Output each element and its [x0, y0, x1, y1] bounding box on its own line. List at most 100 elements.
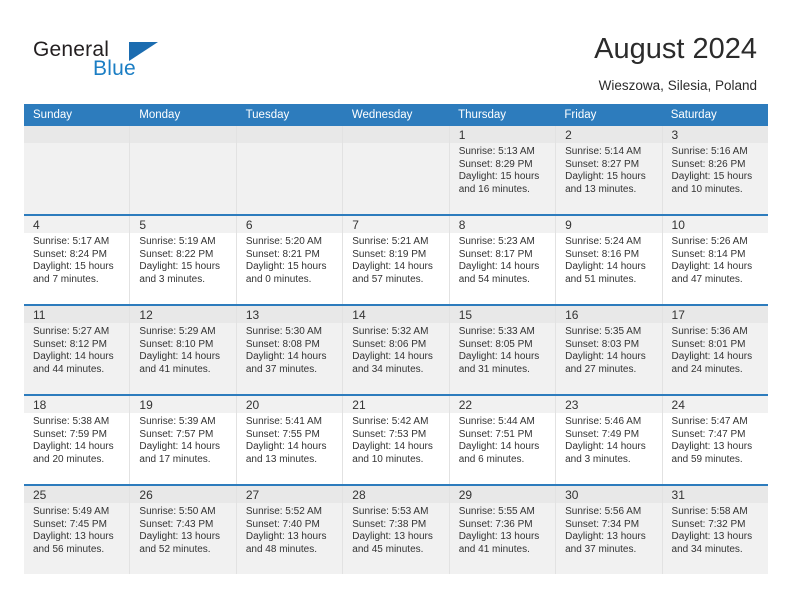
calendar-day-cell[interactable]: 12 Sunrise: 5:29 AM Sunset: 8:10 PM Dayligh… — [130, 306, 237, 394]
daylight-text: and 54 minutes. — [458, 274, 530, 286]
day-number-band: 13 — [236, 306, 343, 323]
calendar-day-cell[interactable]: 14 Sunrise: 5:32 AM Sunset: 8:06 PM Dayligh… — [343, 306, 450, 394]
sunrise-text: Sunrise: 5:21 AM — [352, 236, 429, 247]
day-of-week-header: Wednesday — [351, 109, 413, 121]
sunset-text: Sunset: 8:05 PM — [458, 338, 533, 350]
day-number: 2 — [565, 128, 572, 142]
daylight-text: and 13 minutes. — [245, 454, 318, 466]
calendar-day-cell[interactable]: 2 Sunrise: 5:14 AM Sunset: 8:27 PM Daylight… — [556, 126, 663, 214]
calendar-day-cell[interactable]: 18 Sunrise: 5:38 AM Sunset: 7:59 PM Dayligh… — [24, 396, 131, 484]
day-number-band: 16 — [556, 306, 662, 323]
calendar-day-cell[interactable]: 15 Sunrise: 5:33 AM Sunset: 8:05 PM Dayligh… — [449, 306, 557, 394]
sun-times: Sunrise: 5:24 AM Sunset: 8:16 PM Daylight:… — [556, 233, 661, 287]
day-number: 23 — [565, 398, 579, 412]
day-number: 14 — [352, 308, 366, 322]
daylight-text: Daylight: 15 hours — [33, 261, 114, 273]
calendar-day-cell[interactable]: 30 Sunrise: 5:56 AM Sunset: 7:34 PM Dayligh… — [556, 486, 663, 574]
daylight-text: Daylight: 13 hours — [245, 531, 327, 543]
sunset-text: Sunset: 8:22 PM — [139, 248, 214, 260]
calendar-day-cell[interactable]: 29 Sunrise: 5:55 AM Sunset: 7:36 PM Dayligh… — [449, 486, 557, 574]
calendar-day-cell[interactable]: 4 Sunrise: 5:17 AM Sunset: 8:24 PM Daylight… — [24, 216, 131, 304]
calendar-day-cell[interactable]: 17 Sunrise: 5:36 AM Sunset: 8:01 PM Dayligh… — [662, 306, 768, 394]
daylight-text: and 59 minutes. — [671, 454, 743, 466]
daylight-text: and 20 minutes. — [33, 454, 105, 466]
sun-times: Sunrise: 5:21 AM Sunset: 8:19 PM Daylight:… — [343, 233, 448, 287]
sunrise-text: Sunrise: 5:56 AM — [565, 506, 642, 517]
page-header: General Blue August 2024 Wieszowa, Siles… — [0, 0, 792, 104]
daylight-text: Daylight: 15 hours — [139, 261, 221, 273]
daylight-text: Daylight: 14 hours — [458, 261, 540, 273]
sunrise-text: Sunrise: 5:41 AM — [245, 416, 322, 427]
daylight-text: Daylight: 13 hours — [139, 531, 221, 543]
calendar-day-cell[interactable]: 24 Sunrise: 5:47 AM Sunset: 7:47 PM Dayligh… — [662, 396, 768, 484]
daylight-text: Daylight: 13 hours — [671, 441, 753, 453]
calendar-day-cell[interactable]: 28 Sunrise: 5:53 AM Sunset: 7:38 PM Dayligh… — [343, 486, 450, 574]
day-number: 1 — [458, 128, 466, 142]
calendar-day-cell[interactable]: 22 Sunrise: 5:44 AM Sunset: 7:51 PM Dayligh… — [449, 396, 557, 484]
calendar-day-cell[interactable]: 19 Sunrise: 5:39 AM Sunset: 7:57 PM Dayligh… — [130, 396, 237, 484]
day-of-week-header: Tuesday — [245, 109, 290, 121]
calendar-day-cell[interactable]: 6 Sunrise: 5:20 AM Sunset: 8:21 PM Daylight… — [236, 216, 344, 304]
calendar-day-cell[interactable]: 8 Sunrise: 5:23 AM Sunset: 8:17 PM Daylight… — [449, 216, 557, 304]
calendar-day-cell[interactable]: 20 Sunrise: 5:41 AM Sunset: 7:55 PM Dayligh… — [236, 396, 344, 484]
sunset-text: Sunset: 8:12 PM — [33, 338, 107, 350]
sunset-text: Sunset: 8:14 PM — [671, 248, 746, 260]
sunrise-text: Sunrise: 5:44 AM — [458, 416, 535, 427]
sunset-text: Sunset: 8:19 PM — [352, 248, 427, 260]
sunrise-text: Sunrise: 5:20 AM — [245, 236, 322, 247]
day-number: 29 — [458, 488, 473, 502]
calendar-day-cell[interactable]: 31 Sunrise: 5:58 AM Sunset: 7:32 PM Dayligh… — [662, 486, 768, 574]
day-number: 12 — [139, 308, 153, 322]
day-number-band: 22 — [449, 396, 556, 413]
calendar-day-cell[interactable]: 21 Sunrise: 5:42 AM Sunset: 7:53 PM Dayligh… — [343, 396, 450, 484]
day-number: 31 — [671, 488, 685, 502]
day-number-band: 19 — [130, 396, 236, 413]
sunrise-text: Sunrise: 5:39 AM — [139, 416, 216, 427]
calendar-day-cell[interactable]: 1 Sunrise: 5:13 AM Sunset: 8:29 PM Daylight… — [449, 126, 557, 214]
sunrise-text: Sunrise: 5:47 AM — [671, 416, 748, 427]
calendar-day-cell[interactable]: 10 Sunrise: 5:26 AM Sunset: 8:14 PM Dayligh… — [662, 216, 768, 304]
calendar-day-cell[interactable]: 3 Sunrise: 5:16 AM Sunset: 8:26 PM Daylight… — [662, 126, 768, 214]
calendar-day-cell[interactable]: 5 Sunrise: 5:19 AM Sunset: 8:22 PM Daylight… — [130, 216, 237, 304]
sun-times — [24, 143, 129, 146]
sun-times — [343, 143, 448, 146]
sunrise-text: Sunrise: 5:58 AM — [671, 506, 748, 517]
calendar-day-cell[interactable]: 26 Sunrise: 5:50 AM Sunset: 7:43 PM Dayligh… — [130, 486, 237, 574]
sun-times: Sunrise: 5:42 AM Sunset: 7:53 PM Daylight:… — [343, 413, 448, 467]
calendar-day-cell[interactable]: 16 Sunrise: 5:35 AM Sunset: 8:03 PM Dayligh… — [556, 306, 663, 394]
sunrise-text: Sunrise: 5:19 AM — [139, 236, 216, 247]
calendar-day-cell[interactable]: 27 Sunrise: 5:52 AM Sunset: 7:40 PM Dayligh… — [236, 486, 344, 574]
calendar-day-cell[interactable]: 9 Sunrise: 5:24 AM Sunset: 8:16 PM Daylight… — [556, 216, 663, 304]
sun-times: Sunrise: 5:33 AM Sunset: 8:05 PM Daylight:… — [450, 323, 555, 377]
sunrise-text: Sunrise: 5:46 AM — [565, 416, 642, 427]
daylight-text: and 17 minutes. — [139, 454, 211, 466]
calendar-day-cell[interactable]: 13 Sunrise: 5:30 AM Sunset: 8:08 PM Dayligh… — [236, 306, 344, 394]
sun-times: Sunrise: 5:50 AM Sunset: 7:43 PM Daylight:… — [130, 503, 235, 557]
day-number-band: 10 — [662, 216, 768, 233]
daylight-text: and 13 minutes. — [565, 184, 637, 196]
sunset-text: Sunset: 8:17 PM — [458, 248, 533, 260]
day-number-band: 8 — [449, 216, 556, 233]
calendar-day-cell[interactable]: 25 Sunrise: 5:49 AM Sunset: 7:45 PM Dayligh… — [24, 486, 131, 574]
sunrise-text: Sunrise: 5:30 AM — [245, 326, 322, 337]
daylight-text: Daylight: 14 hours — [139, 351, 221, 363]
day-number-band: 5 — [130, 216, 236, 233]
calendar-day-cell[interactable]: 7 Sunrise: 5:21 AM Sunset: 8:19 PM Daylight… — [343, 216, 450, 304]
sun-times: Sunrise: 5:29 AM Sunset: 8:10 PM Daylight:… — [130, 323, 235, 377]
calendar-day-cell[interactable]: 11 Sunrise: 5:27 AM Sunset: 8:12 PM Dayligh… — [24, 306, 131, 394]
sunrise-text: Sunrise: 5:16 AM — [671, 146, 748, 157]
daylight-text: and 3 minutes. — [565, 454, 631, 466]
daylight-text: and 51 minutes. — [565, 274, 637, 286]
calendar-week-row: 1 Sunrise: 5:13 AM Sunset: 8:29 PM Daylight… — [24, 126, 768, 214]
sun-times: Sunrise: 5:56 AM Sunset: 7:34 PM Daylight:… — [556, 503, 661, 557]
sunrise-text: Sunrise: 5:27 AM — [33, 326, 110, 337]
day-number: 17 — [671, 308, 685, 322]
daylight-text: and 10 minutes. — [671, 184, 743, 196]
day-number: 22 — [458, 398, 473, 412]
day-number-band: 29 — [449, 486, 556, 503]
calendar-day-cell[interactable]: 23 Sunrise: 5:46 AM Sunset: 7:49 PM Dayligh… — [556, 396, 663, 484]
daylight-text: and 57 minutes. — [352, 274, 424, 286]
calendar-page: General Blue August 2024 Wieszowa, Siles… — [0, 0, 792, 612]
day-number: 8 — [458, 218, 466, 232]
brand-logo[interactable]: General Blue — [33, 38, 253, 90]
